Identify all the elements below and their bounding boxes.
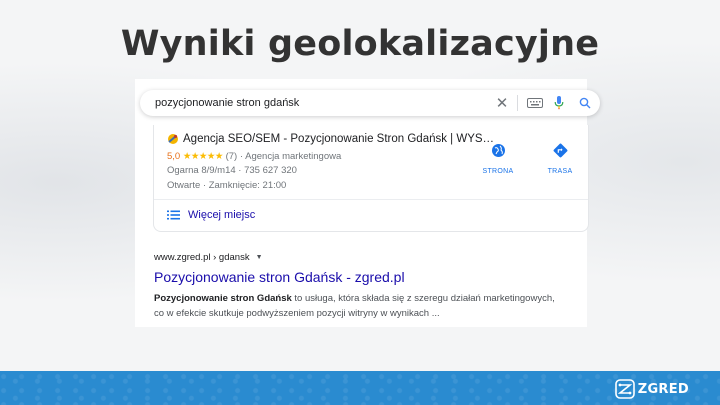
directions-button[interactable]: TRASA [538,143,582,175]
search-bar[interactable]: pozycjonowanie stron gdańsk ✕ [140,90,600,116]
search-query[interactable]: pozycjonowanie stron gdańsk [155,97,299,109]
result-breadcrumb[interactable]: www.zgred.pl › gdansk ▼ [154,252,574,263]
business-name: Agencja SEO/SEM - Pozycjonowanie Stron G… [183,133,495,145]
rating-row: 5,0 ★★★★★ (7) · Agencja marketingowa [167,151,341,162]
local-pack-card: Agencja SEO/SEM - Pozycjonowanie Stron G… [153,125,589,232]
rating-value: 5,0 [167,151,181,162]
chevron-down-icon[interactable]: ▼ [256,254,263,261]
result-url: www.zgred.pl › gdansk [154,252,250,263]
organic-result: www.zgred.pl › gdansk ▼ Pozycjonowanie s… [154,252,574,321]
keyboard-icon[interactable] [526,94,544,112]
result-title-link[interactable]: Pozycjonowanie stron Gdańsk - zgred.pl [154,269,574,285]
card-divider [154,199,588,200]
search-icon[interactable] [578,94,592,112]
directions-icon [553,143,567,158]
website-label: STRONA [482,168,514,175]
directions-label: TRASA [547,168,573,175]
business-address: Ogarna 8/9/m14 · 735 627 320 [167,165,297,176]
business-hours: Otwarte · Zamknięcie: 21:00 [167,180,287,191]
brand-name: ZGRED [637,381,689,397]
business-category: · Agencja marketingowa [239,151,342,162]
snippet-bold: Pozycjonowanie stron Gdańsk [154,293,292,304]
slide-title: Wyniki geolokalizacyjne [120,24,600,64]
snippet-line1: to usługa, która składa się z szeregu dz… [291,293,555,304]
more-places-link[interactable]: Więcej miejsc [167,209,255,221]
review-count: (7) [225,151,238,162]
business-logo-icon [168,134,178,144]
list-icon [167,210,180,220]
business-name-link[interactable]: Agencja SEO/SEM - Pozycjonowanie Stron G… [167,133,494,145]
more-places-label: Więcej miejsc [188,209,256,221]
microphone-icon[interactable] [552,94,566,112]
star-rating-icon: ★★★★★ [182,151,224,162]
brand-logo: ZGRED [614,379,689,399]
search-bar-divider [517,95,518,111]
search-results-screenshot: pozycjonowanie stron gdańsk ✕ Agencja SE… [135,79,600,327]
result-snippet: Pozycjonowanie stron Gdańsk to usługa, k… [154,291,574,321]
close-icon[interactable]: ✕ [494,94,510,112]
globe-icon [491,144,505,157]
footer-bar: ZGRED [0,371,720,405]
website-button[interactable]: STRONA [476,143,520,175]
snippet-line2: co w efekcie skutkuje podwyższeniem pozy… [154,308,440,319]
brand-logo-icon [614,379,635,399]
